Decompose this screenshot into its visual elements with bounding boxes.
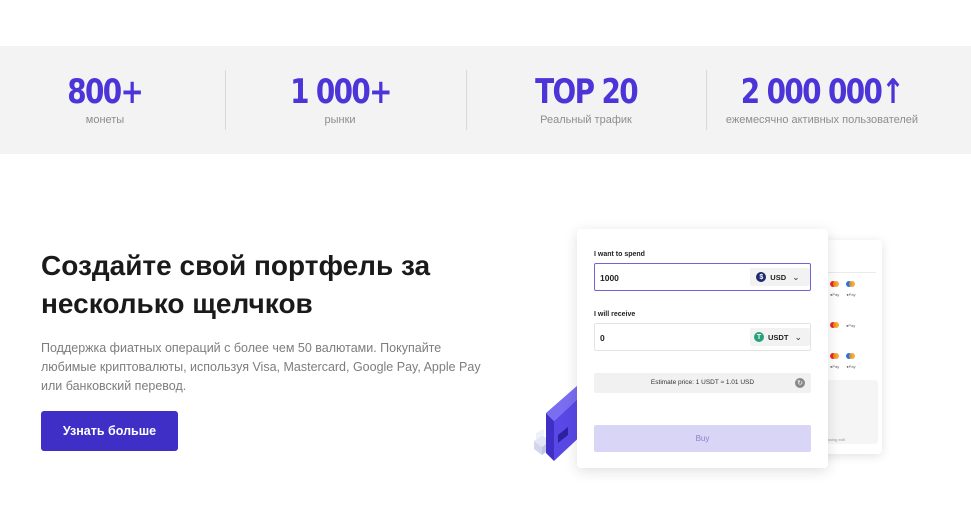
receive-currency-select[interactable]: T USDT ⌄ (746, 324, 810, 350)
payment-row (830, 353, 855, 359)
hero-title: Создайте свой портфель за несколько щелч… (41, 250, 431, 319)
learn-more-button[interactable]: Узнать больше (41, 411, 178, 451)
hero-description: Поддержка фиатных операций с более чем 5… (41, 341, 481, 393)
estimate-price-bar: Estimate price: 1 USDT ≈ 1.01 USD ↻ (594, 373, 811, 393)
maestro-icon (846, 281, 855, 287)
buy-button[interactable]: Buy (594, 425, 811, 452)
stat-coins: 800+ монеты (0, 46, 210, 154)
payment-row: ●Pay ●Pay (830, 292, 856, 297)
stat-value: 800+ (67, 72, 144, 112)
stat-traffic: TOP 20 Реальный трафик (470, 46, 702, 154)
spend-amount-input[interactable] (600, 269, 730, 286)
maestro-icon (846, 353, 855, 359)
refresh-icon[interactable]: ↻ (795, 378, 805, 388)
mastercard-icon (830, 281, 839, 287)
currency-code: USDT (768, 332, 789, 342)
stat-label: монеты (85, 114, 125, 126)
payment-row: ●Pay (830, 322, 855, 328)
spend-currency-select[interactable]: $ USD ⌄ (746, 264, 810, 290)
mastercard-icon (830, 322, 839, 328)
back-card-caption: ssing edit (828, 437, 845, 442)
stat-label: рынки (324, 114, 356, 126)
payment-row (830, 281, 855, 287)
receive-field: T USDT ⌄ (594, 323, 811, 351)
stat-divider (706, 70, 707, 130)
stat-markets: 1 000+ рынки (210, 46, 470, 154)
preview-panel (822, 380, 878, 444)
stat-value: TOP 20 (535, 72, 638, 112)
spend-label: I want to spend (594, 251, 645, 258)
apple-pay-icon: ●Pay (830, 364, 840, 369)
apple-pay-icon: ●Pay (830, 292, 840, 297)
divider-line (822, 272, 876, 273)
stat-label: Реальный трафик (540, 114, 632, 126)
apple-pay-icon: ●Pay (846, 322, 856, 328)
receive-amount-input[interactable] (600, 329, 730, 346)
stat-value: 2 000 000↑ (740, 72, 905, 112)
mastercard-icon (830, 353, 839, 359)
stat-divider (225, 70, 226, 130)
stat-label: ежемесячно активных пользователей (725, 114, 919, 126)
stats-band: 800+ монеты 1 000+ рынки TOP 20 Реальный… (0, 46, 971, 154)
tether-coin-icon: T (754, 332, 765, 342)
stat-value: 1 000+ (289, 72, 392, 112)
page: 800+ монеты 1 000+ рынки TOP 20 Реальный… (0, 0, 971, 519)
google-pay-icon: ●Pay (846, 364, 856, 369)
chevron-down-icon: ⌄ (792, 271, 800, 282)
google-pay-icon: ●Pay (846, 292, 856, 297)
currency-code: USD (770, 272, 787, 282)
estimate-price-text: Estimate price: 1 USDT ≈ 1.01 USD (650, 379, 755, 386)
chevron-down-icon: ⌄ (794, 331, 802, 342)
buy-widget: I want to spend $ USD ⌄ I will receive T… (577, 229, 828, 468)
payment-row: ●Pay ●Pay (830, 364, 856, 369)
spend-field: $ USD ⌄ (594, 263, 811, 291)
stat-divider (466, 70, 467, 130)
receive-label: I will receive (594, 311, 636, 318)
stat-users: 2 000 000↑ ежемесячно активных пользоват… (702, 46, 942, 154)
